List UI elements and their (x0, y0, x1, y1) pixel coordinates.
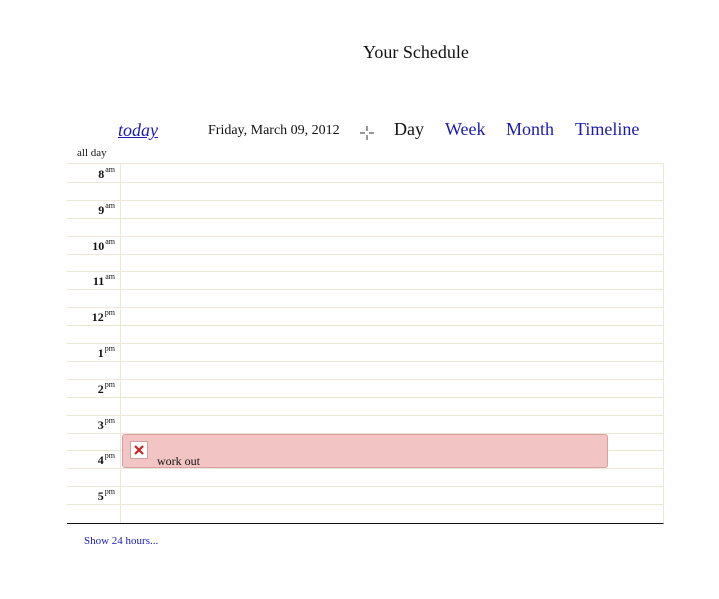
hour-number: 11 (92, 274, 105, 289)
calendar-toolbar: today Friday, March 09, 2012 Day Week Mo… (0, 118, 719, 144)
hour-number: 1 (97, 346, 104, 360)
hour-line (67, 271, 663, 273)
date-picker-icon[interactable] (360, 126, 374, 140)
half-hour-line (67, 325, 663, 327)
hour-ampm: am (105, 165, 115, 174)
half-hour-line (67, 396, 663, 398)
hour-number: 5 (97, 489, 104, 504)
half-hour-line (67, 217, 663, 219)
tab-timeline[interactable]: Timeline (575, 119, 639, 140)
hour-label: 5pm (67, 487, 115, 504)
tab-month[interactable]: Month (506, 119, 554, 140)
close-icon[interactable] (130, 441, 148, 459)
hour-line (67, 235, 663, 237)
hour-ampm: pm (104, 451, 115, 461)
hour-ampm: pm (104, 415, 115, 425)
hour-number: 12 (91, 310, 104, 325)
current-date-label: Friday, March 09, 2012 (208, 123, 340, 138)
half-hour-line (67, 289, 663, 291)
half-hour-line (67, 504, 663, 506)
half-hour-line (67, 182, 663, 183)
hour-ampm: am (105, 236, 115, 246)
hour-number: 10 (92, 238, 105, 253)
hour-label: 4pm (67, 451, 115, 468)
hour-label: 1pm (67, 344, 115, 361)
hour-number: 3 (97, 417, 104, 432)
hour-line (67, 199, 663, 201)
hour-label: 11am (67, 272, 115, 289)
half-hour-line (67, 253, 663, 255)
hour-number: 9 (98, 202, 105, 217)
hour-number: 8 (98, 167, 105, 181)
hour-number: 2 (97, 381, 104, 396)
hour-line (67, 486, 663, 488)
today-link[interactable]: today (118, 120, 158, 141)
hour-ampm: pm (104, 487, 115, 497)
hour-label: 2pm (67, 379, 115, 397)
tab-day[interactable]: Day (394, 119, 424, 140)
hour-label: 9am (67, 200, 115, 218)
schedule-page: Your Schedule today Friday, March 09, 20… (0, 0, 719, 599)
hour-ampm: pm (104, 308, 115, 318)
hour-label: 3pm (67, 415, 115, 433)
hour-label: 8am (67, 165, 115, 182)
hour-ampm: pm (104, 379, 115, 389)
hour-line (67, 307, 663, 309)
hour-ampm: pm (104, 344, 115, 353)
hour-line (67, 378, 663, 380)
event-title: work out (157, 454, 200, 468)
hour-number: 4 (97, 453, 104, 468)
page-title: Your Schedule (363, 42, 469, 62)
tab-week[interactable]: Week (445, 119, 486, 140)
show-24-hours-link[interactable]: Show 24 hours... (84, 535, 158, 547)
day-grid[interactable]: 8am 9am 10am 11am 12pm 1pm 2pm 3pm 4pm 5pm work o… (67, 163, 664, 524)
hour-ampm: am (105, 200, 115, 210)
half-hour-line (67, 361, 663, 362)
hour-ampm: am (105, 272, 115, 282)
hour-label: 10am (67, 236, 115, 254)
event-work-out[interactable]: work out (122, 434, 608, 468)
hour-label: 12pm (67, 308, 115, 325)
hour-line (67, 414, 663, 416)
hour-line (67, 343, 663, 344)
all-day-label: all day (77, 147, 107, 159)
